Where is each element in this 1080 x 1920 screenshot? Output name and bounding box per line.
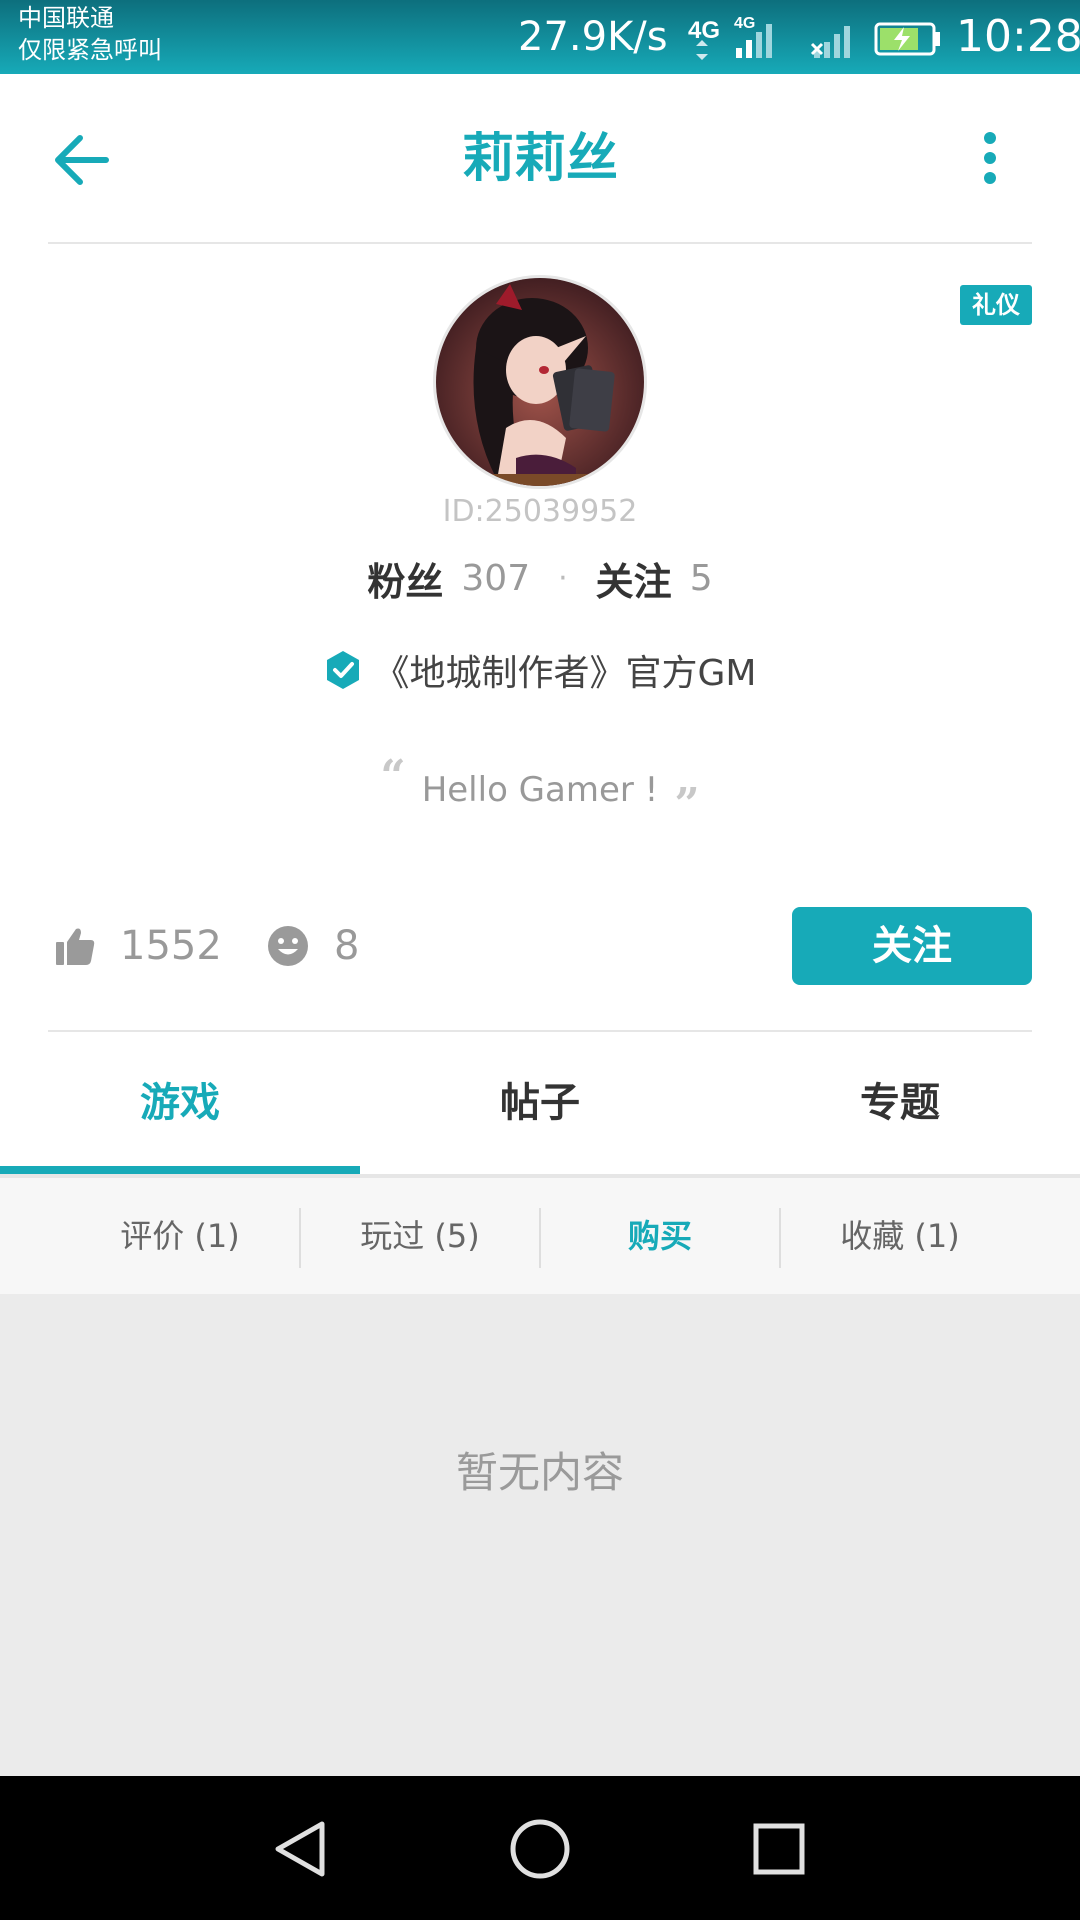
subtab-purchased[interactable]: 购买 [540,1178,780,1294]
more-options-button[interactable] [970,128,1010,192]
user-badge: 礼仪 [960,285,1032,325]
signal-icon: 4G [734,15,772,58]
tab-bar: 游戏 帖子 专题 [0,1032,1080,1178]
more-vertical-icon [984,132,996,184]
smiley-icon [268,926,308,966]
follow-button[interactable]: 关注 [792,907,1032,985]
nav-back-button[interactable] [256,1804,346,1894]
following-label[interactable]: 关注 [596,551,672,606]
nav-home-button[interactable] [495,1804,585,1894]
likes[interactable]: 1552 [54,915,222,977]
header-divider [48,242,1032,244]
comments-count: 8 [334,923,360,969]
status-icons: 4G 4G [686,10,946,66]
battery-charging-icon [874,22,940,56]
empty-state-text: 暂无内容 [455,1448,624,1497]
subtab-played[interactable]: 玩过 (5) [300,1178,540,1294]
network-speed: 27.9K/s [518,14,668,60]
network-type-label: 4G [688,17,720,44]
tab-posts[interactable]: 帖子 [360,1032,720,1174]
user-id: ID:25039952 [442,494,638,529]
avatar[interactable] [433,275,647,489]
likes-count: 1552 [120,923,222,969]
comments[interactable]: 8 [266,915,359,977]
verified-title: 《地城制作者》官方GM [373,653,757,694]
page-title: 莉莉丝 [461,129,618,189]
network-type-label-2: 4G [734,15,755,32]
active-tab-indicator [0,1166,360,1174]
circle-home-icon [510,1819,570,1879]
motto: “ Hello Gamer ! ” [0,751,1080,830]
fans-label[interactable]: 粉丝 [367,551,443,606]
carrier-name: 中国联通 [18,4,114,32]
fans-count[interactable]: 307 [461,558,530,599]
close-quote-icon: ” [674,778,700,830]
tab-topics[interactable]: 专题 [720,1032,1080,1174]
following-count[interactable]: 5 [690,558,713,599]
signal-no-sim-icon [810,26,850,58]
verified-check-icon [326,651,359,689]
stats-separator: · [558,560,568,596]
avatar-image [436,278,644,486]
tab-games[interactable]: 游戏 [0,1032,360,1174]
data-arrows-icon: 4G [688,17,720,60]
subtab-bar: 评价 (1) 玩过 (5) 购买 收藏 (1) [0,1178,1080,1294]
status-bar: 中国联通 仅限紧急呼叫 27.9K/s 4G 4G 10:28 [0,0,1080,74]
verification: 《地城制作者》官方GM [0,640,1080,700]
open-quote-icon: “ [380,750,406,802]
motto-text: Hello Gamer ! [421,770,659,810]
nav-recents-button[interactable] [734,1804,824,1894]
subtab-favorites[interactable]: 收藏 (1) [780,1178,1020,1294]
thumbs-up-icon [56,928,95,965]
triangle-back-icon [275,1821,325,1877]
subtab-reviews[interactable]: 评价 (1) [60,1178,300,1294]
carrier-status: 仅限紧急呼叫 [18,36,162,64]
square-recents-icon [753,1823,805,1875]
content-area [0,1294,1080,1776]
clock: 10:28 [956,11,1080,62]
follow-stats: 粉丝 307 · 关注 5 [0,550,1080,606]
system-nav-bar [0,1776,1080,1920]
